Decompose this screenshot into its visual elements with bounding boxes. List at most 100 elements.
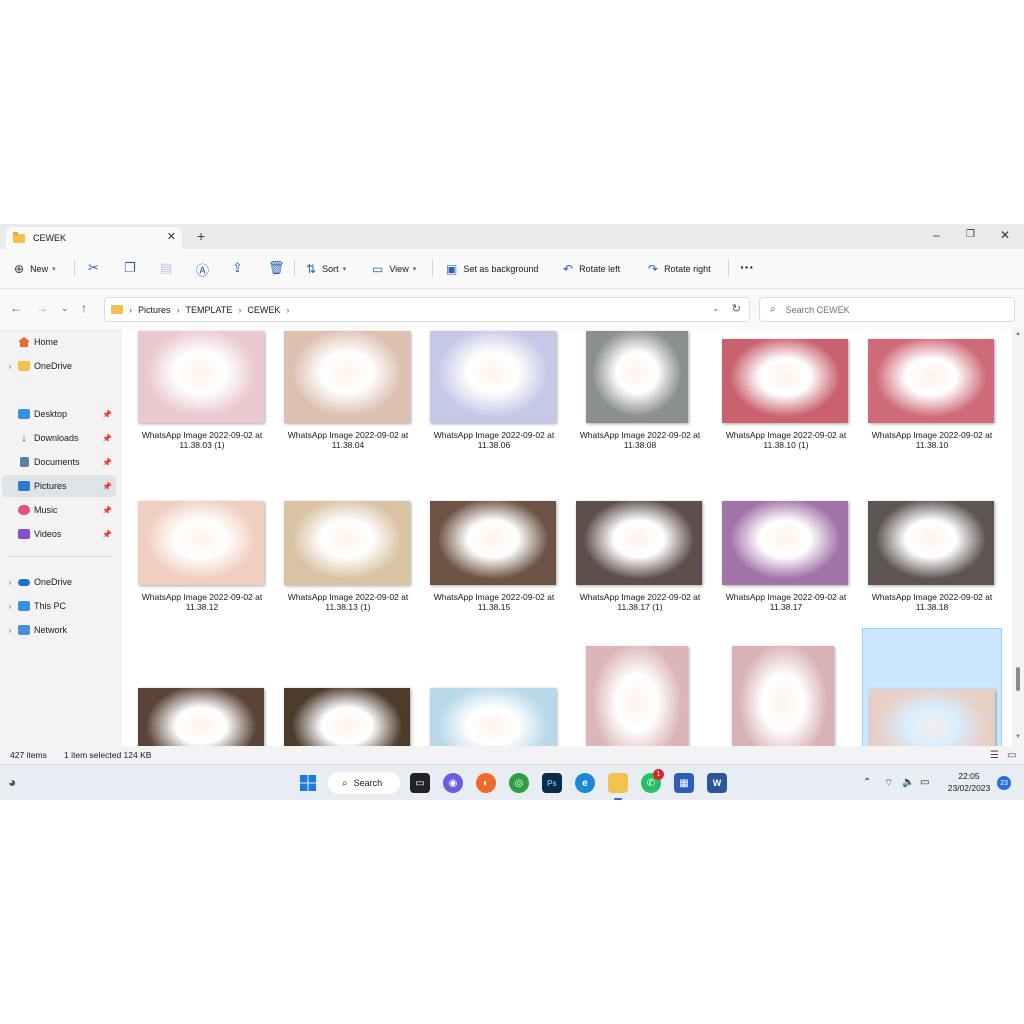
sidebar-item-home[interactable]: Home (2, 331, 116, 353)
file-item[interactable]: WhatsApp Image 2022-09-02 at 11.38.13 (1) (278, 491, 418, 641)
word-icon[interactable]: W (707, 773, 727, 793)
file-item-selected[interactable] (862, 628, 1002, 746)
up-arrow-icon[interactable]: ↑ (81, 301, 87, 315)
image-thumbnail[interactable] (722, 501, 848, 585)
new-tab-button[interactable]: + (197, 228, 205, 244)
widgets-icon[interactable]: ◕ (8, 774, 16, 790)
recent-locations-icon[interactable]: ⌄ (61, 303, 69, 314)
file-item[interactable]: WhatsApp Image 2022-09-02 at 11.38.08 (570, 329, 710, 479)
close-window-icon[interactable]: ✕ (1000, 228, 1010, 242)
file-item[interactable]: WhatsApp Image 2022-09-02 at 11.38.18 (862, 491, 1002, 641)
task-view-icon[interactable]: ▭ (410, 773, 430, 793)
image-thumbnail[interactable] (430, 688, 556, 746)
sidebar-item-this-pc[interactable]: › This PC (2, 595, 116, 617)
file-item[interactable]: WhatsApp Image 2022-09-02 at 11.38.03 (1) (132, 329, 272, 479)
pin-icon[interactable]: 📌 (102, 530, 112, 539)
file-item[interactable]: WhatsApp Image 2022-09-02 at 11.38.06 (424, 329, 564, 479)
scrollbar-thumb[interactable] (1016, 667, 1020, 691)
image-thumbnail[interactable] (138, 688, 264, 746)
file-item[interactable]: WhatsApp Image 2022-09-02 at 11.38.12 (132, 491, 272, 641)
pin-icon[interactable]: 📌 (102, 458, 112, 467)
start-button[interactable] (298, 773, 318, 793)
details-view-icon[interactable]: ☰ (990, 750, 999, 761)
file-item[interactable]: WhatsApp Image 2022-09-02 at 11.38.15 (424, 491, 564, 641)
sidebar-item-onedrive[interactable]: › OneDrive (2, 355, 116, 377)
image-thumbnail[interactable] (869, 689, 995, 746)
file-item[interactable] (424, 642, 564, 746)
file-item[interactable]: WhatsApp Image 2022-09-02 at 11.38.10 (1) (716, 329, 856, 479)
image-thumbnail[interactable] (586, 646, 688, 746)
notification-badge[interactable]: 23 (997, 776, 1011, 790)
file-item[interactable]: WhatsApp Image 2022-09-02 at 11.38.10 (862, 329, 1002, 479)
breadcrumb-cewek[interactable]: CEWEK (247, 305, 280, 315)
breadcrumb-template[interactable]: TEMPLATE (186, 305, 233, 315)
minimize-icon[interactable]: – (933, 228, 940, 242)
pin-icon[interactable]: 📌 (102, 434, 112, 443)
file-item[interactable] (570, 642, 710, 746)
vertical-scrollbar[interactable]: ▲ ▼ (1012, 329, 1024, 746)
clock[interactable]: 22:05 23/02/2023 (944, 770, 994, 794)
sidebar-item-music[interactable]: Music 📌 (2, 499, 116, 521)
close-tab-icon[interactable]: ✕ (167, 230, 176, 243)
chrome-icon[interactable]: ◎ (509, 773, 529, 793)
image-thumbnail[interactable] (138, 331, 264, 423)
sidebar-item-onedrive-cloud[interactable]: › OneDrive (2, 571, 116, 593)
volume-icon[interactable]: 🔈 (902, 777, 914, 788)
edge-icon[interactable]: e (575, 773, 595, 793)
pin-icon[interactable]: 📌 (102, 506, 112, 515)
chevron-right-icon[interactable]: › (2, 602, 18, 611)
copy-icon[interactable]: ❐ (124, 260, 136, 276)
set-as-background-button[interactable]: ▣ Set as background (446, 262, 538, 276)
image-thumbnail[interactable] (576, 501, 702, 585)
image-thumbnail[interactable] (430, 331, 556, 423)
image-thumbnail[interactable] (284, 331, 410, 423)
sort-button[interactable]: ⇅ Sort ▾ (306, 262, 346, 276)
image-thumbnail[interactable] (732, 646, 834, 746)
sidebar-item-documents[interactable]: Documents 📌 (2, 451, 116, 473)
sidebar-item-pictures[interactable]: Pictures 📌 (2, 475, 116, 497)
chevron-right-icon[interactable]: › (2, 362, 18, 371)
scroll-down-icon[interactable]: ▼ (1015, 734, 1021, 740)
more-options-button[interactable]: ··· (740, 259, 754, 275)
file-item[interactable] (716, 642, 856, 746)
file-item[interactable]: WhatsApp Image 2022-09-02 at 11.38.17 (716, 491, 856, 641)
file-item[interactable]: WhatsApp Image 2022-09-02 at 11.38.04 (278, 329, 418, 479)
image-thumbnail[interactable] (284, 688, 410, 746)
pin-icon[interactable]: 📌 (102, 410, 112, 419)
rename-icon[interactable]: Ⓐ (196, 260, 209, 279)
address-bar[interactable]: › Pictures › TEMPLATE › CEWEK › ⌄ ↻ (104, 297, 750, 322)
file-explorer-icon[interactable] (608, 773, 628, 793)
image-thumbnail[interactable] (722, 339, 848, 423)
image-thumbnail[interactable] (138, 501, 264, 585)
file-item[interactable]: WhatsApp Image 2022-09-02 at 11.38.17 (1) (570, 491, 710, 641)
image-thumbnail[interactable] (868, 339, 994, 423)
sidebar-item-downloads[interactable]: ↓ Downloads 📌 (2, 427, 116, 449)
scroll-up-icon[interactable]: ▲ (1015, 331, 1021, 337)
image-thumbnail[interactable] (868, 501, 994, 585)
firefox-icon[interactable]: ◐ (476, 773, 496, 793)
store-icon[interactable]: ▦ (674, 773, 694, 793)
pin-icon[interactable]: 📌 (102, 482, 112, 491)
chevron-right-icon[interactable]: › (2, 578, 18, 587)
tab-cewek[interactable]: CEWEK ✕ (6, 227, 182, 249)
battery-icon[interactable]: ▭ (920, 777, 929, 788)
rotate-right-button[interactable]: ↷ Rotate right (648, 262, 711, 276)
delete-icon[interactable]: 🗑 (268, 260, 285, 276)
cut-icon[interactable]: ✂ (88, 260, 99, 276)
image-thumbnail[interactable] (586, 331, 688, 423)
photoshop-icon[interactable]: Ps (542, 773, 562, 793)
file-item[interactable] (132, 642, 272, 746)
taskbar-search[interactable]: ⌕ Search (328, 772, 400, 794)
chevron-up-icon[interactable]: ⌃ (863, 777, 871, 788)
sidebar-item-videos[interactable]: Videos 📌 (2, 523, 116, 545)
forward-arrow-icon[interactable]: → (36, 301, 48, 315)
teams-chat-icon[interactable]: ◉ (443, 773, 463, 793)
share-icon[interactable]: ⇪ (232, 260, 243, 276)
sidebar-item-network[interactable]: › Network (2, 619, 116, 641)
wifi-icon[interactable]: ⌔ (884, 777, 893, 790)
image-thumbnail[interactable] (284, 501, 410, 585)
back-arrow-icon[interactable]: ← (10, 301, 22, 315)
rotate-left-button[interactable]: ↶ Rotate left (563, 262, 620, 276)
search-input[interactable]: ⌕ Search CEWEK (759, 297, 1015, 322)
paste-icon[interactable]: ▤ (160, 260, 172, 276)
